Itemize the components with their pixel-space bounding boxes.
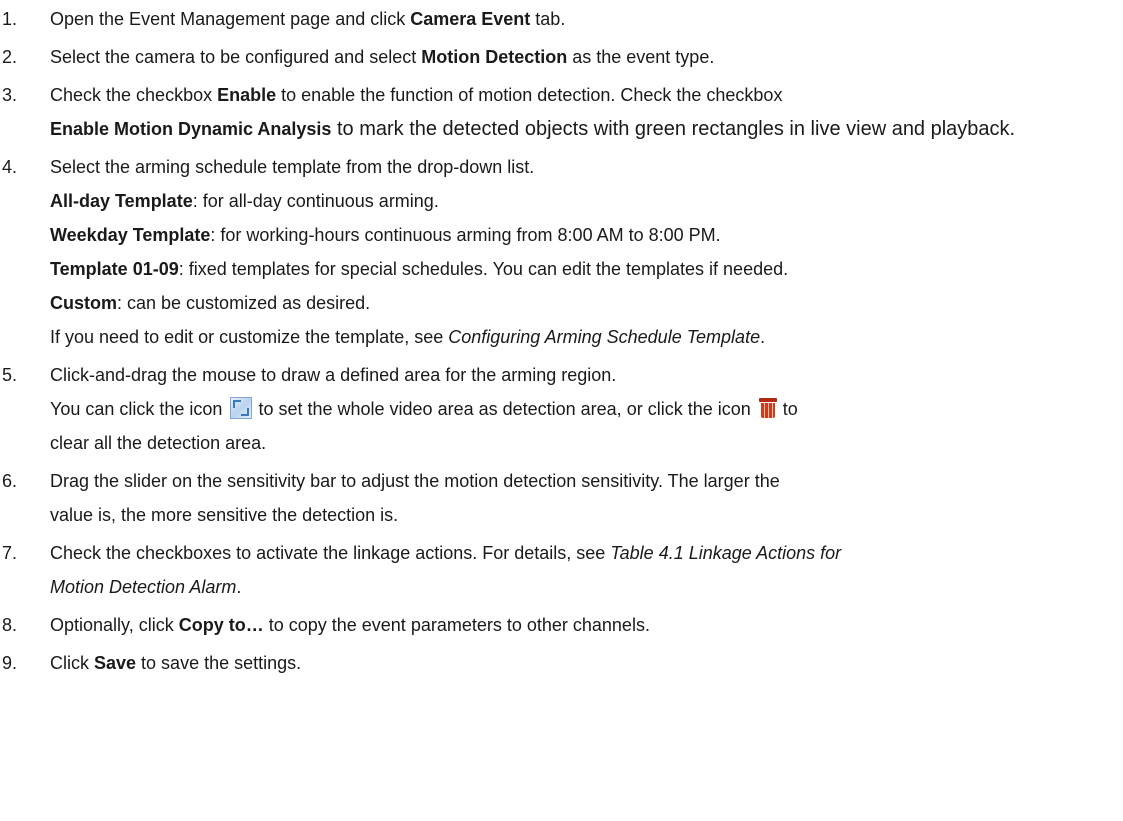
- step-number: 4.: [2, 157, 18, 177]
- cross-reference: Motion Detection Alarm: [50, 577, 237, 597]
- step-text: Drag the slider on the sensitivity bar t…: [50, 471, 780, 525]
- step-text: Click-and-drag the mouse to draw a defin…: [50, 365, 798, 453]
- cross-reference: Table 4.1 Linkage Actions for: [610, 543, 842, 563]
- step-text: Check the checkbox Enable to enable the …: [50, 85, 1016, 140]
- step-3: 3. Check the checkbox Enable to enable t…: [0, 78, 1123, 146]
- step-number: 6.: [2, 471, 18, 491]
- step-5: 5. Click-and-drag the mouse to draw a de…: [0, 358, 1123, 460]
- step-6: 6. Drag the slider on the sensitivity ba…: [0, 464, 1123, 532]
- instruction-document: 1. Open the Event Management page and cl…: [0, 0, 1123, 821]
- cross-reference: Configuring Arming Schedule Template: [448, 327, 761, 347]
- step-text: Optionally, click Copy to… to copy the e…: [50, 615, 650, 635]
- step-text: Click Save to save the settings.: [50, 653, 302, 673]
- step-number: 1.: [2, 9, 18, 29]
- step-7: 7. Check the checkboxes to activate the …: [0, 536, 1123, 604]
- ui-term: Save: [94, 653, 137, 673]
- ui-term: Enable: [217, 85, 277, 105]
- step-8: 8. Optionally, click Copy to… to copy th…: [0, 608, 1123, 642]
- step-text: Select the camera to be configured and s…: [50, 47, 715, 67]
- step-text: Check the checkboxes to activate the lin…: [50, 543, 842, 597]
- step-9: 9. Click Save to save the settings.: [0, 646, 1123, 680]
- ui-term: Enable Motion Dynamic Analysis: [50, 119, 332, 139]
- step-text: Select the arming schedule template from…: [50, 150, 1123, 354]
- step-1: 1. Open the Event Management page and cl…: [0, 2, 1123, 36]
- template-option: Weekday Template: for working-hours cont…: [50, 225, 721, 245]
- ui-term: Camera Event: [410, 9, 531, 29]
- step-number: 7.: [2, 543, 18, 563]
- step-number: 5.: [2, 365, 18, 385]
- template-option: Custom: can be customized as desired.: [50, 293, 371, 313]
- step-text: Open the Event Management page and click…: [50, 9, 566, 29]
- step-number: 9.: [2, 653, 18, 673]
- ui-term: Copy to…: [178, 615, 264, 635]
- step-number: 3.: [2, 85, 18, 105]
- template-option: Template 01-09: fixed templates for spec…: [50, 259, 789, 279]
- ui-term: Motion Detection: [421, 47, 568, 67]
- trash-icon: [758, 397, 777, 419]
- template-option: All-day Template: for all-day continuous…: [50, 191, 439, 211]
- step-2: 2. Select the camera to be configured an…: [0, 40, 1123, 74]
- step-number: 2.: [2, 47, 18, 67]
- full-screen-area-icon: [230, 397, 253, 419]
- template-note: If you need to edit or customize the tem…: [50, 327, 766, 347]
- step-4: 4. Select the arming schedule template f…: [0, 150, 1123, 354]
- step-number: 8.: [2, 615, 18, 635]
